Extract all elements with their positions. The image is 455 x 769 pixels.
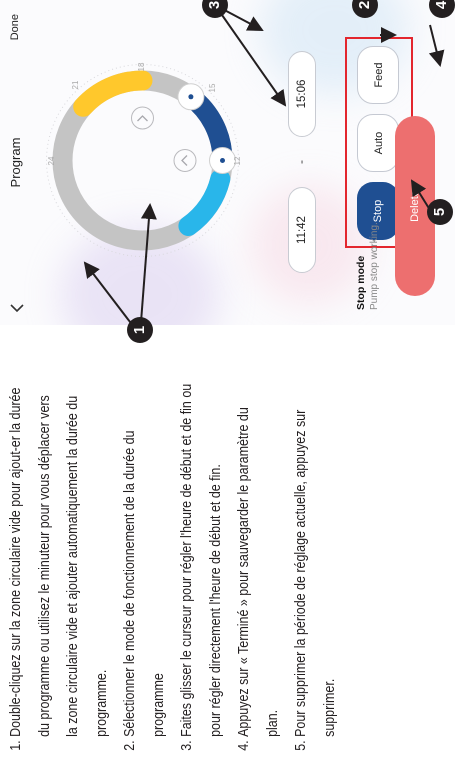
mode-description: Pump stop working. [369,222,380,310]
minute-down-button[interactable] [131,106,154,130]
instruction-item-2: Sélectionner le mode de fonctionnement d… [116,383,173,736]
program-segment-yellow[interactable] [73,70,153,117]
dial-label-21: 21 [71,80,80,89]
start-time-field[interactable]: 11:42 [288,187,316,273]
instruction-item-3: Faites glisser le curseur pour régler l'… [173,383,230,737]
app-screenshot: Program Done 24 21 18 15 12 11:42 - 15:0… [0,0,455,325]
manual-page: Double-cliquez sur la zone circulaire vi… [0,0,455,769]
instruction-item-4: Appuyez sur « Terminé » pour sauvegarder… [230,383,287,737]
minute-up-button[interactable] [173,149,197,172]
dial-label-15: 15 [208,83,217,92]
dial-label-18: 18 [137,62,146,71]
top-bar: Program Done [0,0,34,325]
callout-5: 5 [427,199,453,225]
dial-label-12: 12 [233,156,242,165]
mode-title: Stop mode [355,255,367,310]
program-dial[interactable]: 24 21 18 15 12 [40,58,245,263]
page-title: Program [8,137,23,188]
callout-1: 1 [127,317,153,343]
dial-label-24: 24 [47,156,56,165]
mode-feed-button[interactable]: Feed [357,46,399,104]
program-segment-cyan[interactable] [178,169,231,236]
instruction-item-5: Pour supprimer la période de réglage act… [287,383,344,737]
done-button[interactable]: Done [9,14,21,40]
instruction-list: Double-cliquez sur la zone circulaire vi… [2,383,344,761]
instruction-item-1: Double-cliquez sur la zone circulaire vi… [2,383,116,737]
time-separator: - [294,160,308,164]
mode-auto-button[interactable]: Auto [357,114,399,172]
end-time-field[interactable]: 15:06 [288,51,316,137]
